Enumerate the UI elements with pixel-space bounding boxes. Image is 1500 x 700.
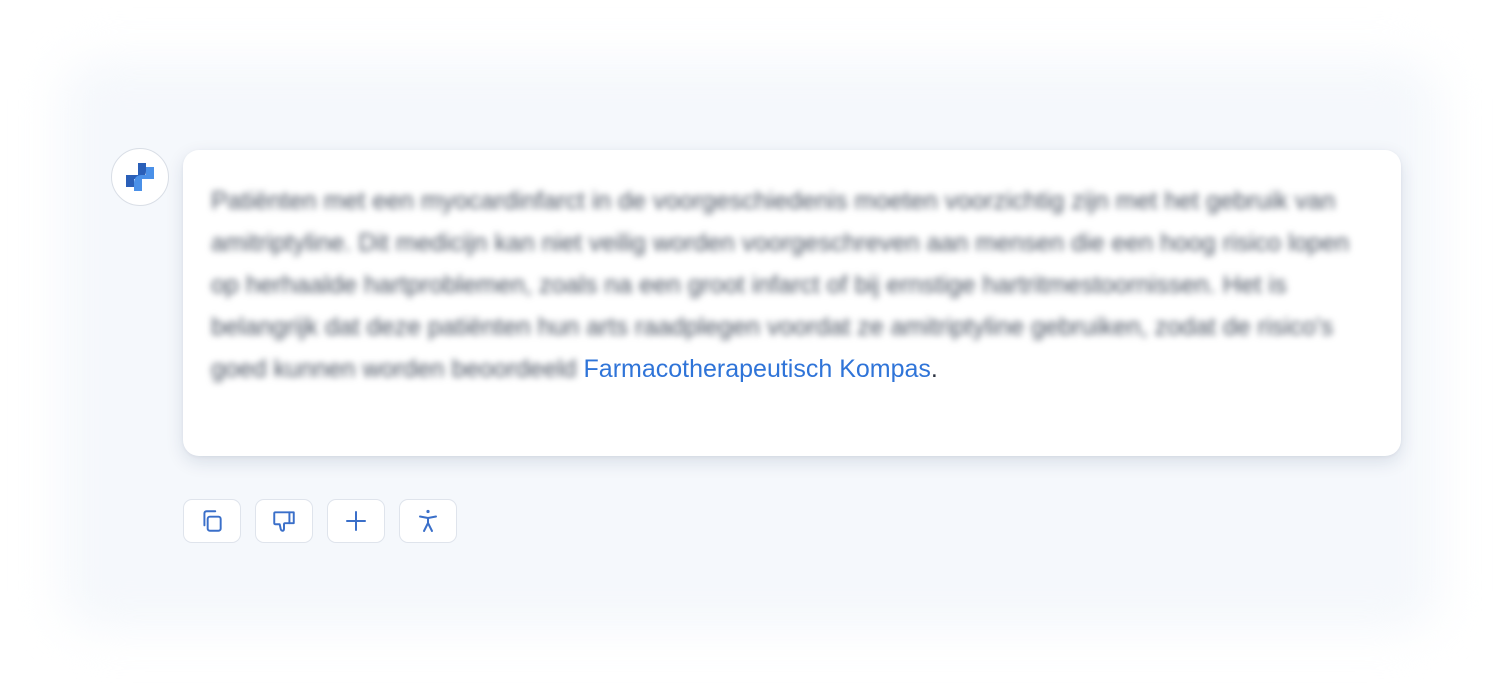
source-link[interactable]: Farmacotherapeutisch Kompas [584, 355, 931, 383]
message-body: Patiënten met een myocardinfarct in de v… [211, 187, 1350, 383]
thumbs-down-icon [273, 511, 295, 532]
medical-cross-logo-icon [126, 163, 154, 191]
plus-icon [346, 511, 366, 531]
message-end-punctuation: . [930, 355, 938, 383]
accessibility-button[interactable] [399, 499, 457, 543]
message-text: Patiënten met een myocardinfarct in de v… [211, 180, 1361, 390]
assistant-message-bubble: Patiënten met een myocardinfarct in de v… [183, 150, 1401, 456]
assistant-avatar [111, 148, 169, 206]
copy-icon [203, 510, 222, 532]
copy-button[interactable] [183, 499, 241, 543]
message-actions [183, 499, 457, 543]
add-button[interactable] [327, 499, 385, 543]
page: Patiënten met een myocardinfarct in de v… [0, 0, 1500, 700]
thumbs-down-button[interactable] [255, 499, 313, 543]
accessibility-icon [419, 509, 437, 532]
